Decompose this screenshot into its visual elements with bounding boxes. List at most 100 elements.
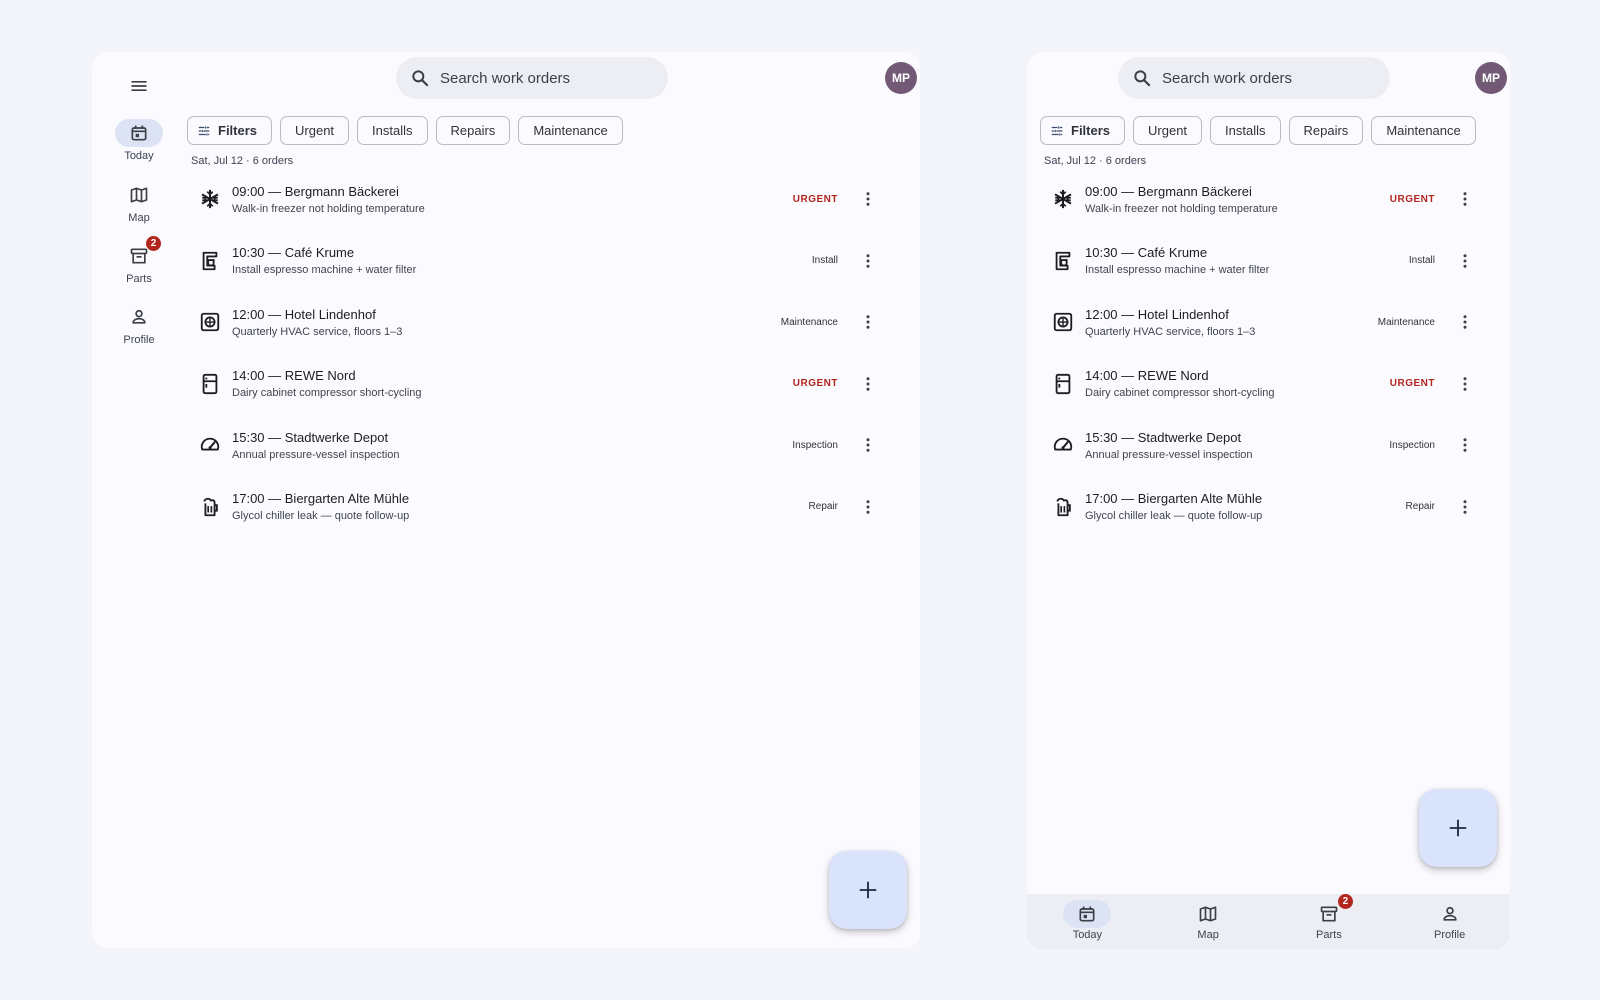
rail-item-today[interactable]: Today bbox=[102, 119, 176, 162]
filter-chip-label: Repairs bbox=[450, 123, 496, 138]
menu-icon bbox=[131, 81, 147, 91]
more-vert-icon bbox=[1463, 192, 1467, 206]
order-list-item[interactable]: 09:00 — Bergmann Bäckerei Walk-in freezer… bbox=[1043, 171, 1477, 227]
order-list-item[interactable]: 12:00 — Hotel Lindenhof Quarterly HVAC se… bbox=[1043, 294, 1477, 350]
add-order-fab[interactable] bbox=[829, 851, 907, 929]
order-list-item[interactable]: 12:00 — Hotel Lindenhof Quarterly HVAC se… bbox=[190, 294, 880, 350]
rail-item-label: Profile bbox=[123, 334, 155, 346]
order-subtitle: Glycol chiller leak — quote follow-up bbox=[232, 510, 410, 522]
order-list-item[interactable]: 14:00 — REWE Nord Dairy cabinet compresso… bbox=[1043, 356, 1477, 412]
more-options-button[interactable] bbox=[1453, 310, 1477, 334]
rail-item-indicator: 2 bbox=[115, 236, 163, 270]
map-icon bbox=[1198, 904, 1218, 924]
order-title: 17:00 — Biergarten Alte Mühle bbox=[1085, 491, 1263, 506]
plus-icon bbox=[1449, 819, 1467, 837]
rail-item-label: Parts bbox=[126, 273, 152, 285]
more-options-button[interactable] bbox=[1453, 187, 1477, 211]
category-tag: Maintenance bbox=[1377, 316, 1435, 328]
search-bar[interactable] bbox=[1118, 57, 1390, 99]
more-vert-icon bbox=[866, 253, 870, 268]
order-list-item[interactable]: 15:30 — Stadtwerke Depot Annual pressure-… bbox=[190, 417, 880, 473]
filter-chip-installs[interactable]: Installs bbox=[357, 116, 428, 145]
filter-chip-urgent[interactable]: Urgent bbox=[280, 116, 350, 145]
more-options-button[interactable] bbox=[1453, 433, 1477, 457]
category-tag: Repair bbox=[1405, 501, 1435, 512]
order-list-item[interactable]: 17:00 — Biergarten Alte Mühle Glycol chil… bbox=[190, 479, 880, 535]
bottom-nav-item-today[interactable]: Today bbox=[1027, 894, 1148, 950]
bottom-nav-indicator bbox=[1063, 900, 1112, 928]
order-subtitle: Dairy cabinet compressor short-cycling bbox=[232, 387, 422, 399]
calendar-icon bbox=[129, 123, 149, 143]
avatar[interactable]: MP bbox=[1475, 62, 1507, 94]
more-vert-icon bbox=[1463, 438, 1467, 452]
filter-chip-maintenance[interactable]: Maintenance bbox=[1371, 116, 1476, 145]
more-options-button[interactable] bbox=[1453, 495, 1477, 519]
order-icon-slot bbox=[1043, 434, 1083, 456]
order-title: 15:30 — Stadtwerke Depot bbox=[1085, 429, 1242, 445]
filter-chip-label: Filters bbox=[1071, 123, 1111, 138]
menu-button[interactable] bbox=[119, 66, 159, 106]
filter-chip-repairs[interactable]: Repairs bbox=[435, 116, 511, 145]
filter-chip-urgent[interactable]: Urgent bbox=[1133, 116, 1203, 145]
category-tag: Maintenance bbox=[780, 316, 838, 328]
order-icon-slot bbox=[190, 496, 230, 518]
phone-layout-panel: MP Filters Urgent Installs Repairs Maintenan… bbox=[1027, 52, 1510, 950]
order-list-item[interactable]: 15:30 — Stadtwerke Depot Annual pressure-… bbox=[1043, 417, 1477, 473]
urgent-tag: URGENT bbox=[1389, 378, 1435, 389]
order-icon-slot bbox=[1043, 373, 1083, 395]
more-options-button[interactable] bbox=[856, 310, 880, 334]
more-options-button[interactable] bbox=[856, 372, 880, 396]
more-options-button[interactable] bbox=[1453, 249, 1477, 273]
urgent-tag: URGENT bbox=[792, 193, 838, 205]
filter-chip-maintenance[interactable]: Maintenance bbox=[518, 116, 623, 145]
filter-chip-filters[interactable]: Filters bbox=[1040, 116, 1126, 145]
rail-item-parts[interactable]: 2 Parts bbox=[102, 236, 176, 285]
more-vert-icon bbox=[866, 192, 870, 206]
order-title: 10:30 — Café Krume bbox=[1085, 245, 1208, 260]
plus-icon bbox=[859, 881, 877, 899]
order-icon-slot bbox=[1043, 188, 1083, 210]
bottom-nav-indicator: 2 bbox=[1305, 894, 1353, 928]
order-list-item[interactable]: 14:00 — REWE Nord Dairy cabinet compresso… bbox=[190, 356, 880, 412]
order-text: 14:00 — REWE Nord Dairy cabinet compresso… bbox=[232, 368, 422, 399]
rail-item-map[interactable]: Map bbox=[102, 181, 176, 224]
order-list-item[interactable]: 09:00 — Bergmann Bäckerei Walk-in freezer… bbox=[190, 171, 880, 227]
filter-chip-filters[interactable]: Filters bbox=[187, 116, 273, 145]
snowflake-icon bbox=[1052, 188, 1074, 210]
order-list-item[interactable]: 10:30 — Café Krume Install espresso machi… bbox=[190, 233, 880, 289]
add-order-fab[interactable] bbox=[1419, 789, 1497, 867]
order-subtitle: Quarterly HVAC service, floors 1–3 bbox=[1085, 325, 1256, 338]
more-options-button[interactable] bbox=[1453, 372, 1477, 396]
search-input[interactable] bbox=[1162, 69, 1362, 87]
bottom-nav-item-parts[interactable]: 2 Parts bbox=[1269, 894, 1390, 950]
order-icon-slot bbox=[190, 250, 230, 272]
date-summary: Sat, Jul 12 · 6 orders bbox=[1044, 155, 1147, 167]
filter-chip-installs[interactable]: Installs bbox=[1210, 116, 1281, 145]
order-list-item[interactable]: 10:30 — Café Krume Install espresso machi… bbox=[1043, 233, 1477, 289]
search-input[interactable] bbox=[440, 69, 640, 87]
filter-chip-repairs[interactable]: Repairs bbox=[1288, 116, 1364, 145]
filter-chip-label: Filters bbox=[218, 123, 258, 138]
order-text: 14:00 — REWE Nord Dairy cabinet compresso… bbox=[1085, 368, 1275, 399]
more-options-button[interactable] bbox=[856, 433, 880, 457]
more-options-button[interactable] bbox=[856, 187, 880, 211]
bottom-nav-item-map[interactable]: Map bbox=[1148, 894, 1269, 950]
more-options-button[interactable] bbox=[856, 249, 880, 273]
search-icon bbox=[412, 70, 429, 87]
bottom-nav-indicator bbox=[1426, 900, 1474, 928]
avatar[interactable]: MP bbox=[885, 62, 917, 94]
coffee-maker-icon bbox=[199, 250, 221, 272]
fridge-icon bbox=[1052, 373, 1074, 395]
filter-chip-label: Installs bbox=[1225, 123, 1266, 138]
more-options-button[interactable] bbox=[856, 495, 880, 519]
rail-item-profile[interactable]: Profile bbox=[102, 303, 176, 346]
order-list-item[interactable]: 17:00 — Biergarten Alte Mühle Glycol chil… bbox=[1043, 479, 1477, 535]
order-title: 14:00 — REWE Nord bbox=[232, 368, 356, 383]
order-subtitle: Annual pressure-vessel inspection bbox=[232, 448, 400, 461]
order-subtitle: Glycol chiller leak — quote follow-up bbox=[1085, 510, 1263, 522]
bottom-nav-item-profile[interactable]: Profile bbox=[1389, 894, 1510, 950]
hvac-unit-icon bbox=[199, 311, 221, 333]
category-tag: Inspection bbox=[1389, 439, 1435, 451]
order-title: 17:00 — Biergarten Alte Mühle bbox=[232, 491, 410, 506]
search-bar[interactable] bbox=[396, 57, 668, 99]
